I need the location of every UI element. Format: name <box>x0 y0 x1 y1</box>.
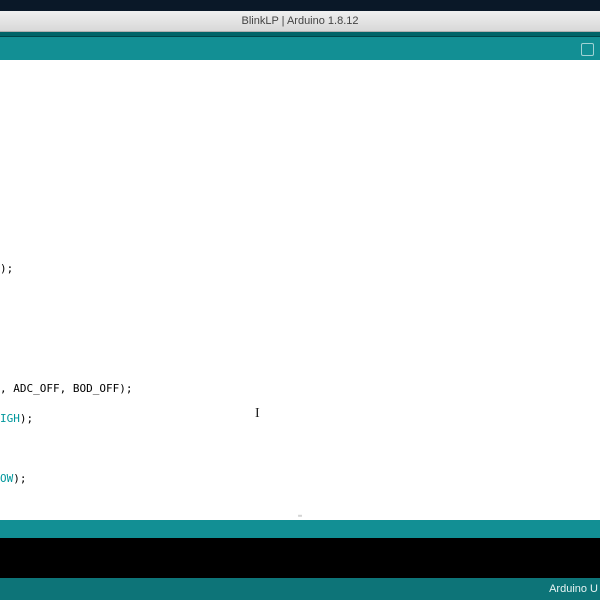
code-line <box>0 231 600 246</box>
code-line <box>0 111 600 126</box>
code-line: IGH); <box>0 411 600 426</box>
window-title: BlinkLP | Arduino 1.8.12 <box>241 15 358 27</box>
code-editor[interactable]: ); , ADC_OFF, BOD_OFF); IGH); OW); I <box>0 60 600 514</box>
footer-bar: Arduino U <box>0 578 600 600</box>
code-line <box>0 141 600 156</box>
code-line <box>0 291 600 306</box>
code-line: OW); <box>0 471 600 486</box>
code-line <box>0 171 600 186</box>
code-line <box>0 321 600 336</box>
status-bar <box>0 520 600 538</box>
board-label: Arduino U <box>549 583 598 595</box>
arduino-ide-window: BlinkLP | Arduino 1.8.12 ); , ADC_OFF, B… <box>0 11 600 600</box>
code-line: , ADC_OFF, BOD_OFF); <box>0 381 600 396</box>
tab-bar[interactable] <box>0 37 600 60</box>
code-line <box>0 201 600 216</box>
code-line <box>0 441 600 456</box>
output-console[interactable] <box>0 538 600 578</box>
code-line: ); <box>0 261 600 276</box>
code-line <box>0 351 600 366</box>
keyword-high: IGH <box>0 412 20 425</box>
code-line <box>0 81 600 96</box>
keyword-low: OW <box>0 472 13 485</box>
text-cursor-icon: I <box>255 406 260 421</box>
titlebar[interactable]: BlinkLP | Arduino 1.8.12 <box>0 11 600 32</box>
